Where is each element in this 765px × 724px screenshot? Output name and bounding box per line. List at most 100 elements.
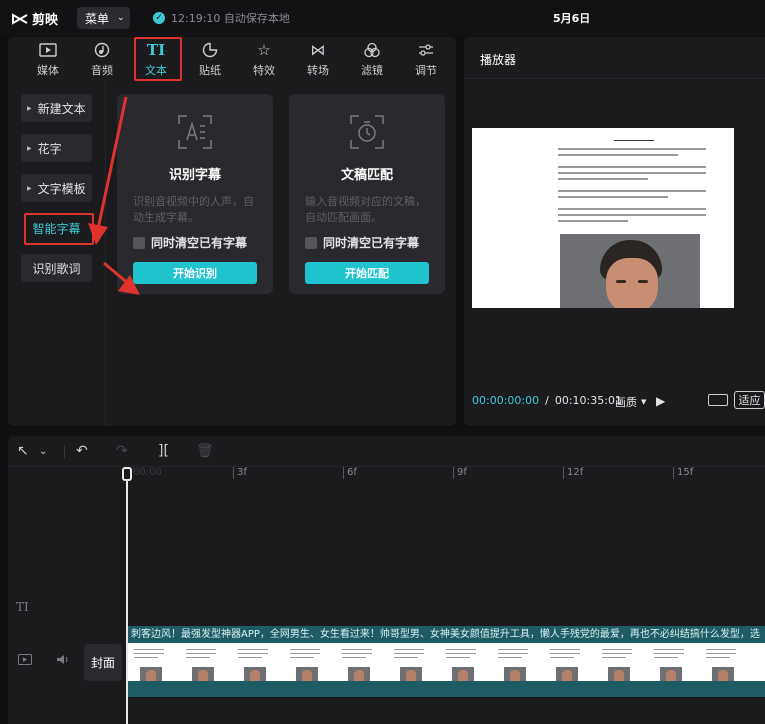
tab-transition[interactable]: ⋈ 转场 <box>291 37 345 81</box>
panel-tabs: 媒体 音频 TI 文本 贴纸 ☆ 特效 ⋈ 转场 滤镜 调节 <box>8 37 456 81</box>
preview-text-line <box>558 214 706 216</box>
tab-sticker[interactable]: 贴纸 <box>183 37 237 81</box>
capcut-logo-icon <box>12 12 28 25</box>
text-track-icon: TI <box>16 600 29 614</box>
start-recognize-button[interactable]: 开始识别 <box>133 262 257 284</box>
script-match-icon <box>347 112 387 152</box>
current-time: 00:00:00:00 <box>472 394 540 407</box>
tab-text[interactable]: TI 文本 <box>129 37 183 81</box>
select-cursor-icon[interactable]: ↖ <box>17 443 29 459</box>
cover-button[interactable]: 封面 <box>84 644 122 681</box>
preview-portrait-image <box>560 234 700 308</box>
text-sidebar: ▶ 新建文本 ▶ 花字 ▶ 文字模板 智能字幕 识别歌词 <box>21 94 93 294</box>
card-description: 识别音视频中的人声，自动生成字幕。 <box>133 195 254 224</box>
tab-label: 调节 <box>415 63 437 77</box>
delete-icon[interactable]: 🗑 <box>196 443 214 459</box>
sidebar-item-smart-subtitle[interactable]: 智能字幕 <box>21 214 92 242</box>
player-title: 播放器 <box>480 53 517 67</box>
video-preview[interactable] <box>472 128 734 308</box>
play-icon[interactable]: ▶ <box>656 394 665 408</box>
caret-down-icon: ▼ <box>641 398 647 406</box>
redo-icon[interactable]: ↷ <box>116 443 128 459</box>
sidebar-item-lyrics[interactable]: 识别歌词 <box>21 254 92 282</box>
tab-effects[interactable]: ☆ 特效 <box>237 37 291 81</box>
card-title: 文稿匹配 <box>340 168 393 183</box>
card-title: 识别字幕 <box>168 168 221 183</box>
sidebar-item-label: 花字 <box>37 141 62 156</box>
text-icon: TI <box>146 40 166 59</box>
player-panel: 播放器 00:00:00:00 / 00:10:35:01 | 画质 ▼ ▶ 适… <box>464 37 765 426</box>
app-name: 剪映 <box>32 13 59 28</box>
sidebar-item-label: 识别歌词 <box>32 261 81 276</box>
tab-filter[interactable]: 滤镜 <box>345 37 399 81</box>
subtitle-recognize-icon <box>175 112 215 152</box>
toolbar-divider <box>64 445 65 459</box>
clear-existing-checkbox[interactable]: 同时清空已有字幕 <box>305 234 419 251</box>
video-track-icon <box>18 654 32 668</box>
preview-doc-title <box>614 133 654 141</box>
fit-button[interactable]: 适应 <box>734 391 765 409</box>
script-match-card: 文稿匹配 输入音视频对应的文稿，自动匹配画面。 同时清空已有字幕 开始匹配 <box>289 94 445 294</box>
tab-label: 滤镜 <box>361 63 383 77</box>
timeline-panel: ↖ ⌄ ↶ ↷ ][ 🗑 00:00 3f 6f 9f 12f 15f TI 封… <box>8 436 765 724</box>
volume-icon[interactable] <box>56 654 70 668</box>
tab-label: 文本 <box>145 63 167 77</box>
tab-label: 转场 <box>307 63 329 77</box>
start-match-button[interactable]: 开始匹配 <box>305 262 429 284</box>
total-time: 00:10:35:01 <box>554 394 622 407</box>
media-panel: 媒体 音频 TI 文本 贴纸 ☆ 特效 ⋈ 转场 滤镜 调节 ▶ 新建文本 ▶ … <box>8 37 456 426</box>
split-icon[interactable]: ][ <box>158 443 169 459</box>
timeline-toolbar: ↖ ⌄ ↶ ↷ ][ 🗑 <box>8 436 765 467</box>
sidebar-item-fancy-text[interactable]: ▶ 花字 <box>21 134 92 162</box>
preview-text-line <box>558 148 706 150</box>
ruler-tick: 9f <box>453 467 467 479</box>
playhead[interactable] <box>126 467 128 724</box>
tab-audio[interactable]: 音频 <box>75 37 129 81</box>
sidebar-item-label: 文字模板 <box>37 181 86 196</box>
timeline-ruler[interactable]: 00:00 3f 6f 9f 12f 15f <box>127 467 765 481</box>
recognize-subtitle-card: 识别字幕 识别音视频中的人声，自动生成字幕。 同时清空已有字幕 开始识别 <box>117 94 273 294</box>
timecode: 00:00:00:00 / 00:10:35:01 | <box>472 394 632 407</box>
preview-text-line <box>558 178 648 180</box>
tab-adjust[interactable]: 调节 <box>399 37 453 81</box>
playhead-handle[interactable] <box>122 467 132 481</box>
autosave-text: 12:19:10 自动保存本地 <box>171 12 290 25</box>
clear-existing-checkbox[interactable]: 同时清空已有字幕 <box>133 234 247 251</box>
sidebar-item-text-template[interactable]: ▶ 文字模板 <box>21 174 92 202</box>
menu-label: 菜单 <box>85 11 110 26</box>
filter-icon <box>364 41 380 59</box>
checkbox-icon <box>305 236 317 249</box>
tab-media[interactable]: 媒体 <box>21 37 75 81</box>
checkbox-icon <box>133 236 145 249</box>
preview-text-line <box>558 190 706 192</box>
sidebar-item-new-text[interactable]: ▶ 新建文本 <box>21 94 92 122</box>
sticker-icon <box>202 41 218 59</box>
preview-text-line <box>558 220 628 222</box>
player-divider <box>464 78 765 79</box>
total-time-separator: / <box>545 394 549 407</box>
ruler-tick: 12f <box>563 467 583 479</box>
preview-text-line <box>558 172 706 174</box>
quality-label: 画质 <box>615 396 637 409</box>
sidebar-item-label: 智能字幕 <box>32 221 81 236</box>
waveform-icon[interactable] <box>708 394 728 406</box>
preview-text-line <box>558 208 706 210</box>
tab-label: 媒体 <box>37 63 59 77</box>
caret-right-icon: ▶ <box>27 144 32 152</box>
ruler-tick: 15f <box>673 467 693 479</box>
quality-dropdown[interactable]: 画质 ▼ <box>615 394 646 410</box>
autosave-status: ✓ 12:19:10 自动保存本地 <box>153 10 290 26</box>
chevron-down-icon[interactable]: ⌄ <box>39 446 47 457</box>
menu-button[interactable]: 菜单 ⌄ <box>77 7 130 29</box>
checkbox-label: 同时清空已有字幕 <box>323 236 420 250</box>
audio-waveform[interactable] <box>128 681 765 697</box>
subtitle-clip[interactable]: 刺客边风！最强发型神器APP，全网男生、女生看过来！帅哥型男、女神美女颜值提升工… <box>128 626 765 643</box>
app-logo: 剪映 <box>12 9 58 28</box>
tab-label: 特效 <box>253 63 275 77</box>
top-bar: 剪映 菜单 ⌄ ✓ 12:19:10 自动保存本地 5月6日 <box>0 0 765 36</box>
media-icon <box>39 41 57 59</box>
undo-icon[interactable]: ↶ <box>76 443 88 459</box>
sidebar-item-label: 新建文本 <box>37 101 86 116</box>
audio-icon <box>94 41 110 59</box>
adjust-icon <box>418 41 434 59</box>
